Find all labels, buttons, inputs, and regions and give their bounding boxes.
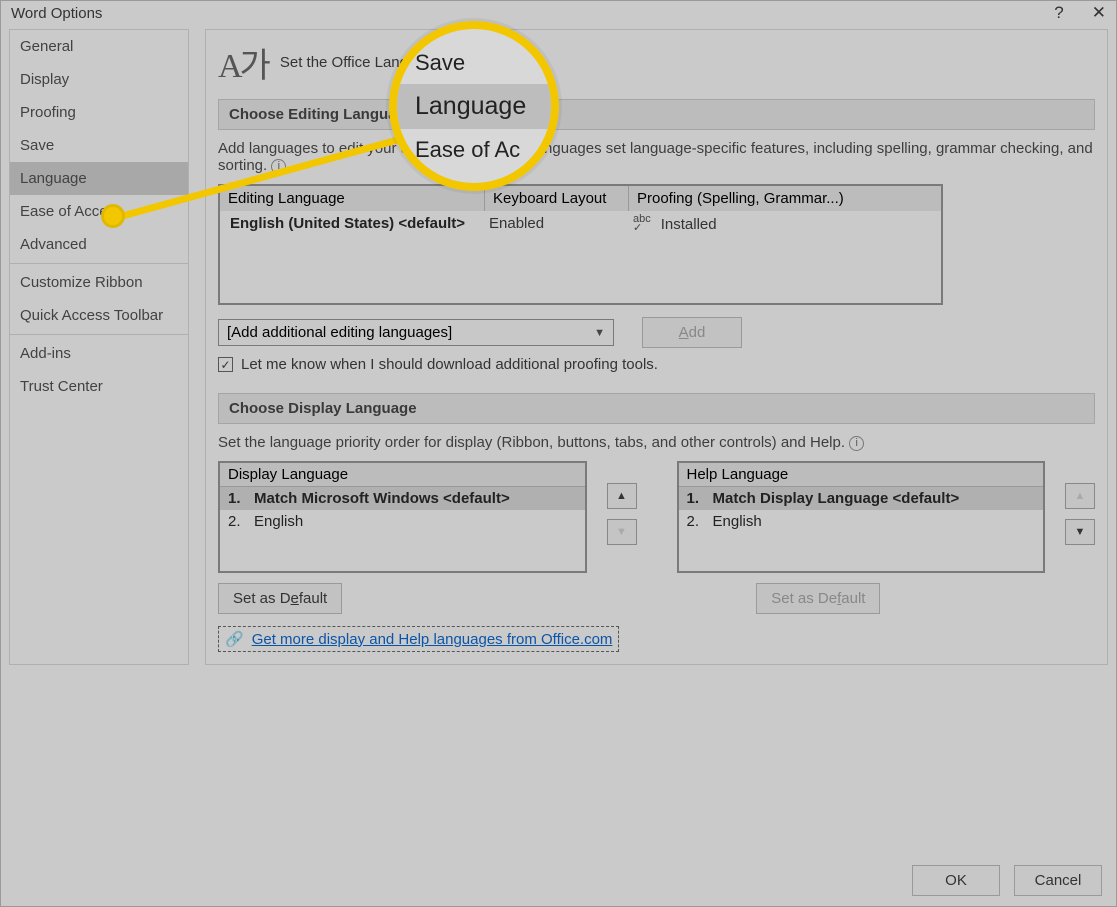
- download-proofing-label: Let me know when I should download addit…: [241, 356, 658, 373]
- titlebar: Word Options ? ✕: [1, 1, 1116, 29]
- display-language-section-header: Choose Display Language: [218, 393, 1095, 424]
- callout-item-ease-of-access: Ease of Ac: [397, 129, 551, 171]
- move-up-button[interactable]: ▲: [1065, 483, 1095, 509]
- add-button[interactable]: Add: [642, 317, 742, 348]
- sidebar-item-ease-of-access[interactable]: Ease of Access: [10, 195, 188, 228]
- sidebar-item-quick-access-toolbar[interactable]: Quick Access Toolbar: [10, 299, 188, 332]
- column-editing-language: Editing Language: [220, 186, 485, 211]
- help-language-header: Help Language: [679, 463, 1044, 487]
- sidebar-item-add-ins[interactable]: Add-ins: [10, 337, 188, 370]
- sidebar-item-general[interactable]: General: [10, 30, 188, 63]
- editing-languages-description: Add languages to edit your documents. Ed…: [218, 140, 1095, 174]
- get-more-languages-link[interactable]: Get more display and Help languages from…: [252, 631, 613, 648]
- callout-item-save: Save: [397, 42, 551, 84]
- sidebar-separator: [10, 334, 188, 335]
- info-icon[interactable]: i: [271, 159, 286, 174]
- list-item[interactable]: 1. Match Microsoft Windows <default>: [220, 487, 585, 510]
- chevron-down-icon: ▼: [594, 327, 605, 339]
- cancel-button[interactable]: Cancel: [1014, 865, 1102, 896]
- sidebar-item-display[interactable]: Display: [10, 63, 188, 96]
- help-language-list[interactable]: Help Language 1. Match Display Language …: [677, 461, 1046, 573]
- download-proofing-checkbox[interactable]: ✓: [218, 357, 233, 372]
- sidebar-item-customize-ribbon[interactable]: Customize Ribbon: [10, 266, 188, 299]
- word-options-dialog: Word Options ? ✕ General Display Proofin…: [0, 0, 1117, 907]
- annotation-dot: [101, 204, 125, 228]
- sidebar-separator: [10, 263, 188, 264]
- info-icon[interactable]: i: [849, 436, 864, 451]
- sidebar-item-save[interactable]: Save: [10, 129, 188, 162]
- display-language-list[interactable]: Display Language 1. Match Microsoft Wind…: [218, 461, 587, 573]
- sidebar-item-proofing[interactable]: Proofing: [10, 96, 188, 129]
- link-icon: 🔗: [225, 630, 244, 648]
- ok-button[interactable]: OK: [912, 865, 1000, 896]
- annotation-callout: Save Language Ease of Ac: [389, 21, 559, 191]
- language-preferences-icon: A가: [218, 38, 268, 87]
- sidebar-item-advanced[interactable]: Advanced: [10, 228, 188, 261]
- move-down-button[interactable]: ▼: [1065, 519, 1095, 545]
- dialog-title: Word Options: [11, 5, 102, 22]
- display-language-header: Display Language: [220, 463, 585, 487]
- sidebar-item-language[interactable]: Language: [10, 162, 188, 195]
- category-sidebar: General Display Proofing Save Language E…: [9, 29, 189, 665]
- close-button[interactable]: ✕: [1092, 3, 1106, 23]
- proofing-installed-icon: abc✓: [633, 215, 651, 233]
- column-keyboard-layout: Keyboard Layout: [485, 186, 629, 211]
- dialog-footer: OK Cancel: [912, 865, 1102, 896]
- editing-languages-section-header: Choose Editing Languages: [218, 99, 1095, 130]
- help-button[interactable]: ?: [1054, 3, 1063, 23]
- main-panel: A가 Set the Office Language Preferences. …: [205, 29, 1108, 665]
- display-set-as-default-button[interactable]: Set as Default: [218, 583, 342, 614]
- column-proofing: Proofing (Spelling, Grammar...): [629, 186, 941, 211]
- list-item[interactable]: 2. English: [679, 510, 1044, 533]
- display-language-description: Set the language priority order for disp…: [218, 434, 1095, 451]
- editing-language-table: Editing Language Keyboard Layout Proofin…: [218, 184, 943, 305]
- move-up-button[interactable]: ▲: [607, 483, 637, 509]
- move-down-button[interactable]: ▼: [607, 519, 637, 545]
- add-language-dropdown[interactable]: [Add additional editing languages] ▼: [218, 319, 614, 346]
- list-item[interactable]: 2. English: [220, 510, 585, 533]
- get-more-languages-link-container: 🔗 Get more display and Help languages fr…: [218, 626, 619, 652]
- callout-item-language: Language: [397, 84, 551, 129]
- sidebar-item-trust-center[interactable]: Trust Center: [10, 370, 188, 403]
- help-set-as-default-button[interactable]: Set as Default: [756, 583, 880, 614]
- list-item[interactable]: 1. Match Display Language <default>: [679, 487, 1044, 510]
- editing-language-row[interactable]: English (United States) <default> Enable…: [220, 211, 941, 237]
